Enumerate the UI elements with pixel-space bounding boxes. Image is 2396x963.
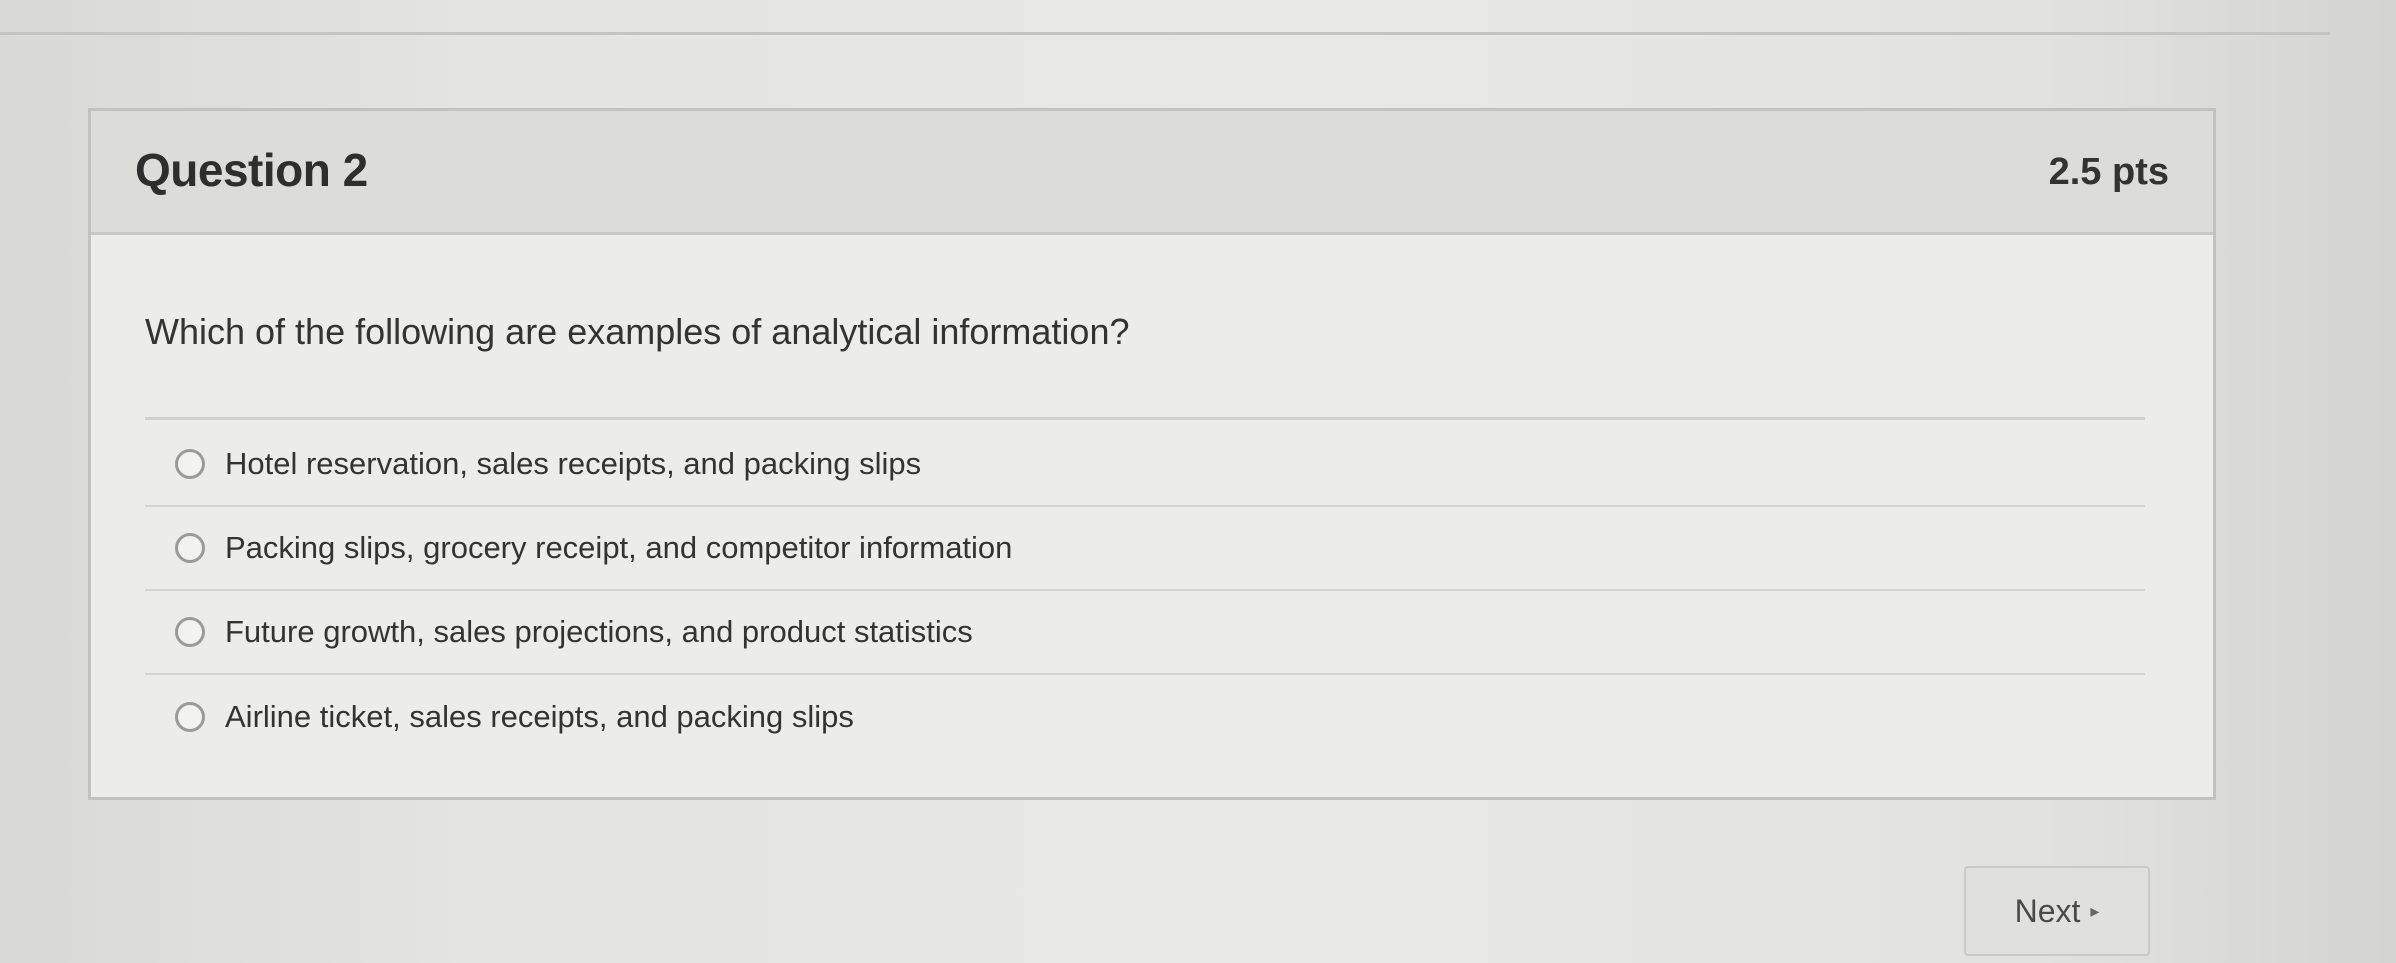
question-title: Question 2 [135, 144, 368, 196]
answer-option-4[interactable]: Airline ticket, sales receipts, and pack… [145, 675, 2145, 759]
answer-label: Airline ticket, sales receipts, and pack… [225, 699, 854, 734]
answer-label: Packing slips, grocery receipt, and comp… [225, 530, 1013, 565]
answer-option-1[interactable]: Hotel reservation, sales receipts, and p… [145, 423, 2145, 507]
question-card: Question 2 2.5 pts Which of the followin… [88, 108, 2216, 800]
answer-label: Hotel reservation, sales receipts, and p… [225, 446, 922, 481]
page-divider [0, 32, 2330, 35]
next-button[interactable]: Next ▸ [1964, 866, 2150, 956]
answer-option-2[interactable]: Packing slips, grocery receipt, and comp… [145, 507, 2145, 591]
next-button-label: Next [2014, 892, 2081, 929]
question-points: 2.5 pts [2048, 151, 2169, 193]
answer-option-3[interactable]: Future growth, sales projections, and pr… [145, 591, 2145, 675]
question-divider [145, 417, 2145, 420]
answer-list: Hotel reservation, sales receipts, and p… [145, 423, 2145, 759]
arrow-right-icon: ▸ [2090, 900, 2100, 921]
radio-button[interactable] [175, 449, 205, 479]
answer-label: Future growth, sales projections, and pr… [225, 614, 973, 649]
radio-button[interactable] [175, 702, 205, 732]
radio-button[interactable] [175, 533, 205, 563]
question-header: Question 2 2.5 pts [91, 111, 2213, 235]
question-text: Which of the following are examples of a… [145, 311, 1130, 352]
radio-button[interactable] [175, 617, 205, 647]
